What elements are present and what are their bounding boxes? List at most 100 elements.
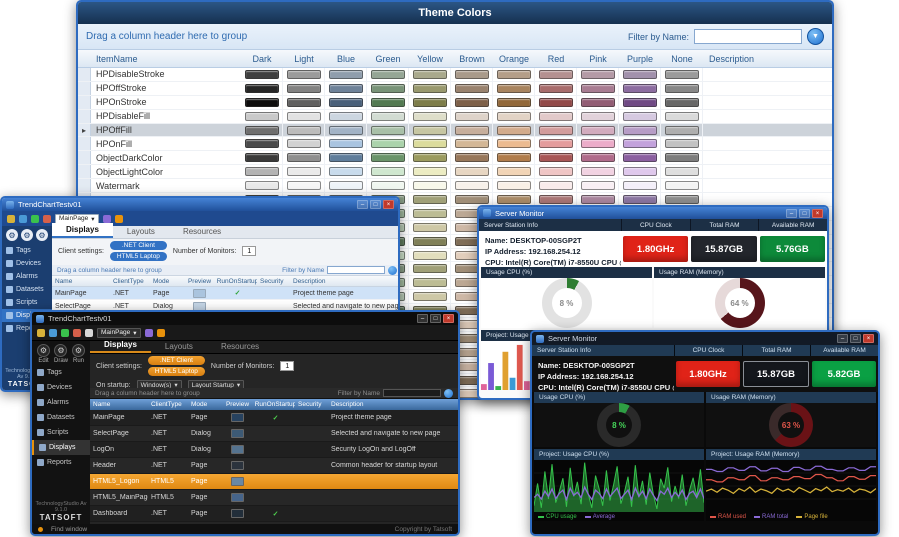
tab-resources[interactable]: Resources bbox=[207, 340, 273, 353]
table-row[interactable]: Header.NETPageCommon header for startup … bbox=[90, 458, 458, 474]
color-swatch[interactable] bbox=[623, 167, 657, 176]
color-swatch[interactable] bbox=[329, 70, 363, 79]
color-swatch[interactable] bbox=[371, 139, 405, 148]
color-swatch[interactable] bbox=[245, 139, 279, 148]
column-header[interactable]: ClientType bbox=[110, 278, 150, 285]
color-swatch[interactable] bbox=[623, 181, 657, 190]
color-swatch[interactable] bbox=[329, 98, 363, 107]
toolbar-icon[interactable] bbox=[115, 215, 123, 223]
filter-button[interactable] bbox=[444, 389, 453, 398]
color-swatch[interactable] bbox=[455, 98, 489, 107]
color-swatch[interactable] bbox=[497, 139, 531, 148]
color-swatch[interactable] bbox=[581, 153, 615, 162]
color-swatch[interactable] bbox=[581, 181, 615, 190]
column-header[interactable]: Description bbox=[328, 401, 458, 408]
color-swatch[interactable] bbox=[665, 181, 699, 190]
table-row[interactable]: MainPage.NETPage✓Project theme page bbox=[52, 287, 400, 300]
color-swatch[interactable] bbox=[539, 181, 573, 190]
color-swatch[interactable] bbox=[581, 70, 615, 79]
column-header[interactable]: Mode bbox=[150, 278, 181, 285]
minimize-button[interactable]: – bbox=[786, 209, 797, 218]
window-titlebar[interactable]: Theme Colors bbox=[78, 2, 832, 24]
column-header[interactable]: Description bbox=[703, 54, 832, 64]
minimize-button[interactable]: – bbox=[357, 200, 368, 209]
color-swatch[interactable] bbox=[539, 70, 573, 79]
toolbar-icon[interactable] bbox=[61, 329, 69, 337]
tool-circle-edit[interactable]: ⚙Edit bbox=[6, 229, 18, 241]
monitors-value[interactable]: 1 bbox=[280, 361, 294, 371]
color-swatch[interactable] bbox=[413, 84, 447, 93]
color-swatch[interactable] bbox=[287, 153, 321, 162]
color-swatch[interactable] bbox=[413, 251, 447, 260]
color-swatch[interactable] bbox=[623, 195, 657, 204]
column-header[interactable]: Red bbox=[535, 50, 577, 67]
column-header[interactable]: Orange bbox=[493, 50, 535, 67]
table-row[interactable]: Dashboard.NETPage✓ bbox=[90, 506, 458, 522]
color-swatch[interactable] bbox=[371, 181, 405, 190]
color-swatch[interactable] bbox=[245, 112, 279, 121]
color-swatch[interactable] bbox=[581, 84, 615, 93]
tool-circle-draw[interactable]: ⚙Draw bbox=[21, 229, 33, 241]
color-swatch[interactable] bbox=[581, 112, 615, 121]
group-bar[interactable]: Drag a column header here to group Filte… bbox=[78, 24, 832, 50]
toolbar-icon[interactable] bbox=[19, 215, 27, 223]
color-swatch[interactable] bbox=[623, 84, 657, 93]
toolbar-icon[interactable] bbox=[157, 329, 165, 337]
column-header[interactable]: Security bbox=[295, 401, 328, 408]
color-swatch[interactable] bbox=[455, 181, 489, 190]
tool-circle-run[interactable]: ⚙Run bbox=[36, 229, 48, 241]
window-titlebar[interactable]: Server Monitor – □ × bbox=[532, 332, 878, 345]
page-selector-combo[interactable]: MainPage▾ bbox=[97, 328, 141, 338]
toolbar-icon[interactable] bbox=[145, 329, 153, 337]
color-swatch[interactable] bbox=[581, 139, 615, 148]
color-swatch[interactable] bbox=[455, 112, 489, 121]
color-swatch[interactable] bbox=[665, 112, 699, 121]
toolbar-icon[interactable] bbox=[31, 215, 39, 223]
color-swatch[interactable] bbox=[581, 126, 615, 135]
close-button[interactable]: × bbox=[812, 209, 823, 218]
table-row[interactable]: HPDisableFill bbox=[78, 110, 832, 124]
sidebar-item-reports[interactable]: Reports bbox=[32, 455, 90, 470]
tab-displays[interactable]: Displays bbox=[90, 338, 151, 353]
sidebar-item-datasets[interactable]: Datasets bbox=[32, 410, 90, 425]
table-row[interactable]: HPDisableStroke bbox=[78, 68, 832, 82]
group-bar[interactable]: Drag a column header here to group Filte… bbox=[52, 265, 400, 276]
color-swatch[interactable] bbox=[581, 195, 615, 204]
color-swatch[interactable] bbox=[497, 84, 531, 93]
filter-button[interactable]: ▼ bbox=[807, 28, 824, 45]
color-swatch[interactable] bbox=[287, 139, 321, 148]
color-swatch[interactable] bbox=[623, 139, 657, 148]
color-swatch[interactable] bbox=[287, 98, 321, 107]
maximize-button[interactable]: □ bbox=[850, 334, 861, 343]
color-swatch[interactable] bbox=[329, 84, 363, 93]
column-header[interactable]: RunOnStartup bbox=[253, 401, 295, 408]
client-type-button[interactable]: HTML5 Laptop bbox=[110, 252, 167, 261]
color-swatch[interactable] bbox=[623, 112, 657, 121]
color-swatch[interactable] bbox=[413, 195, 447, 204]
color-swatch[interactable] bbox=[413, 209, 447, 218]
sidebar-item-alarms[interactable]: Alarms bbox=[32, 395, 90, 410]
color-swatch[interactable] bbox=[665, 195, 699, 204]
color-swatch[interactable] bbox=[455, 126, 489, 135]
color-swatch[interactable] bbox=[413, 153, 447, 162]
window-titlebar[interactable]: Server Monitor – □ × bbox=[479, 207, 827, 219]
color-swatch[interactable] bbox=[539, 153, 573, 162]
color-swatch[interactable] bbox=[665, 126, 699, 135]
color-swatch[interactable] bbox=[581, 98, 615, 107]
sidebar-item-datasets[interactable]: Datasets bbox=[2, 283, 52, 296]
grid-header[interactable]: NameClientTypeModePreviewRunOnStartupSec… bbox=[52, 276, 400, 287]
column-header[interactable]: Light bbox=[283, 50, 325, 67]
color-swatch[interactable] bbox=[413, 98, 447, 107]
column-header[interactable]: Green bbox=[367, 50, 409, 67]
table-row[interactable]: Watermark bbox=[78, 179, 832, 193]
column-header[interactable]: Security bbox=[257, 278, 290, 285]
color-swatch[interactable] bbox=[287, 70, 321, 79]
color-swatch[interactable] bbox=[287, 126, 321, 135]
color-swatch[interactable] bbox=[455, 70, 489, 79]
color-swatch[interactable] bbox=[329, 181, 363, 190]
maximize-button[interactable]: □ bbox=[430, 314, 441, 323]
color-swatch[interactable] bbox=[329, 139, 363, 148]
minimize-button[interactable]: – bbox=[837, 334, 848, 343]
color-swatch[interactable] bbox=[497, 126, 531, 135]
color-swatch[interactable] bbox=[455, 153, 489, 162]
